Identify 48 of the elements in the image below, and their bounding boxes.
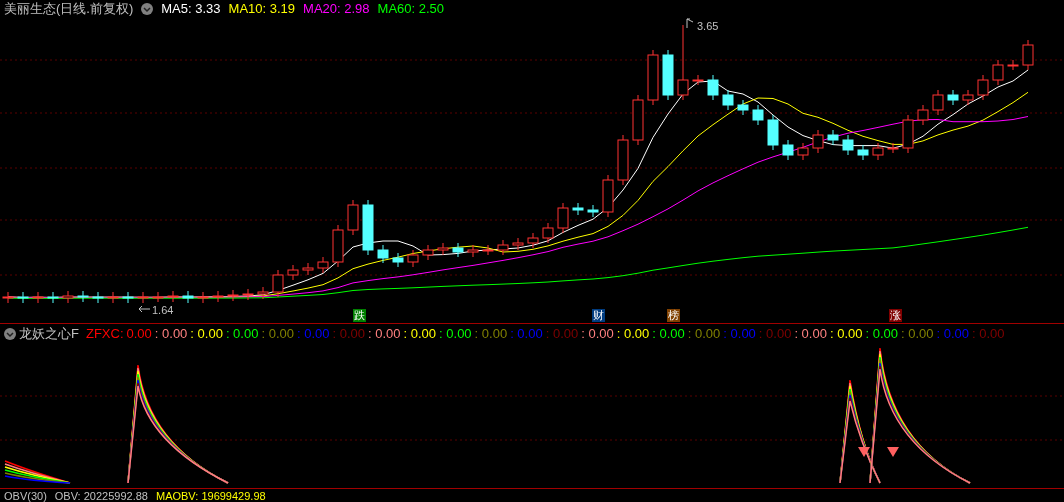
event-tag: 跌 xyxy=(353,309,366,322)
indicator-value: : 0.00 xyxy=(510,324,543,343)
indicator-value: : 0.00 xyxy=(545,324,579,343)
indicator-value: : 0.00 xyxy=(865,324,898,343)
indicator-value: : 0.00 xyxy=(225,324,259,343)
event-tag: 涨 xyxy=(889,309,902,322)
indicator-value: : 0.00 xyxy=(190,324,223,343)
triangle-marker xyxy=(858,447,870,457)
indicator-value: 0.00 xyxy=(126,324,152,343)
series-label: ZFXC: xyxy=(85,324,124,343)
pointer-arrow-icon xyxy=(686,18,694,28)
rainbow-tail xyxy=(4,460,71,484)
moving-average-value: MA60: 2.50 xyxy=(377,0,445,19)
pointer-arrow-icon xyxy=(138,305,150,313)
indicator-value: : 0.00 xyxy=(332,324,365,343)
triangle-marker xyxy=(887,447,899,457)
indicator-value: : 0.00 xyxy=(403,324,437,343)
stock-title: 美丽生态(日线.前复权) xyxy=(4,0,134,19)
indicator-value: : 0.00 xyxy=(829,324,863,343)
event-tag: 财 xyxy=(592,309,605,322)
indicator-value: : 0.00 xyxy=(154,324,188,343)
indicator-value: : 0.00 xyxy=(616,324,650,343)
indicator-value: : 0.00 xyxy=(261,324,294,343)
indicator-value: MAOBV: 19699429.98 xyxy=(155,489,266,502)
indicator-value: : 0.00 xyxy=(368,324,401,343)
moving-average-value: MA10: 3.19 xyxy=(228,0,296,19)
low-price-label: 1.64 xyxy=(152,303,174,318)
indicator-value: : 0.00 xyxy=(581,324,614,343)
indicator-value: : 0.00 xyxy=(723,324,756,343)
indicator-value: : 0.00 xyxy=(901,324,934,343)
moving-average-value: MA20: 2.98 xyxy=(303,0,370,19)
collapse-icon[interactable] xyxy=(141,3,154,15)
indicator-value: OBV: 20225992.88 xyxy=(54,489,148,502)
collapse-icon[interactable] xyxy=(4,327,16,340)
high-price-label: 3.65 xyxy=(697,19,719,34)
indicator-value: : 0.00 xyxy=(296,324,330,343)
event-tag: 榜 xyxy=(667,309,680,322)
indicator-name: OBV(30) xyxy=(4,489,47,502)
indicator-value: : 0.00 xyxy=(474,324,508,343)
indicator-value: : 0.00 xyxy=(439,324,472,343)
indicator-name: 龙妖之心F xyxy=(19,324,79,343)
moving-average-value: MA5: 3.33 xyxy=(161,0,221,19)
indicator-value: : 0.00 xyxy=(652,324,685,343)
indicator-value: : 0.00 xyxy=(794,324,827,343)
indicator-value: : 0.00 xyxy=(936,324,970,343)
indicator-value: : 0.00 xyxy=(972,324,1005,343)
indicator-value: : 0.00 xyxy=(687,324,721,343)
indicator-value: : 0.00 xyxy=(758,324,792,343)
